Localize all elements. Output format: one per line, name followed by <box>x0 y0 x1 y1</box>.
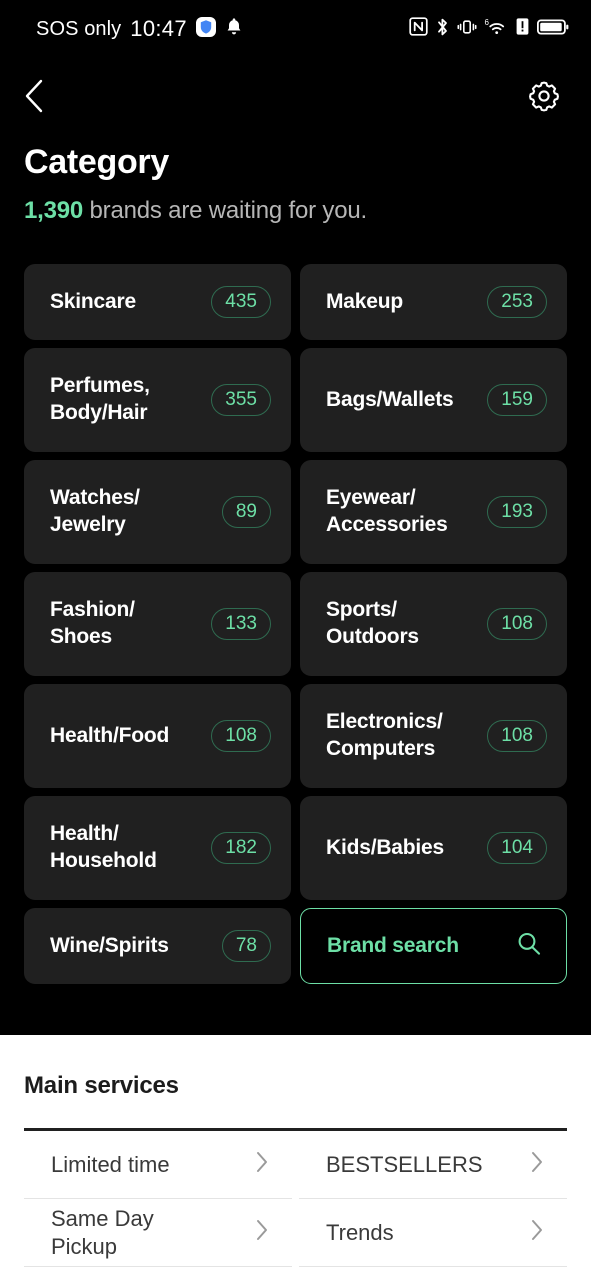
category-label: Health/ Household <box>50 822 157 872</box>
carrier-label: SOS only <box>36 17 122 40</box>
category-label: Kids/Babies <box>326 835 445 859</box>
vibrate-icon <box>457 17 477 42</box>
category-label: Watches/ Jewelry <box>50 486 140 536</box>
status-bar-left: SOS only 10:47 <box>36 16 243 42</box>
category-card-health-household[interactable]: Health/ Household 182 <box>24 796 291 900</box>
nfc-icon <box>409 17 428 41</box>
battery-icon <box>536 18 569 41</box>
svg-text:6: 6 <box>485 18 490 27</box>
chevron-right-icon <box>530 1150 545 1179</box>
service-item-same-day-pickup[interactable]: Same Day Pickup <box>24 1199 292 1267</box>
alert-icon <box>515 17 530 41</box>
category-card-skincare[interactable]: Skincare 435 <box>24 264 291 340</box>
category-card-wine-spirits[interactable]: Wine/Spirits 78 <box>24 908 291 984</box>
category-count-badge: 108 <box>487 608 547 640</box>
service-label: Trends <box>326 1219 394 1245</box>
chevron-right-icon <box>530 1218 545 1247</box>
search-icon <box>514 929 544 964</box>
chevron-right-icon <box>255 1150 270 1179</box>
category-count-badge: 89 <box>221 496 271 528</box>
bell-icon <box>225 17 243 41</box>
brand-search-button[interactable]: Brand search <box>300 908 567 984</box>
category-card-bags-wallets[interactable]: Bags/Wallets 159 <box>300 348 567 452</box>
shield-icon <box>195 16 216 42</box>
service-label: Same Day Pickup <box>51 1206 154 1259</box>
category-card-perfumes-body-hair[interactable]: Perfumes, Body/Hair 355 <box>24 348 291 452</box>
status-bar-right: 6 <box>409 17 569 42</box>
category-count-badge: 108 <box>487 720 547 752</box>
category-card-sports-outdoors[interactable]: Sports/ Outdoors 108 <box>300 572 567 676</box>
category-label: Eyewear/ Accessories <box>326 486 448 536</box>
category-card-makeup[interactable]: Makeup 253 <box>300 264 567 340</box>
status-bar: SOS only 10:47 6 <box>0 0 591 58</box>
phone-screen: SOS only 10:47 6 Category 1,390 brands a… <box>0 0 591 1280</box>
brand-search-label: Brand search <box>327 934 459 957</box>
service-label: BESTSELLERS <box>326 1151 483 1177</box>
service-label: Limited time <box>51 1151 170 1177</box>
category-count-badge: 253 <box>487 286 547 318</box>
category-label: Bags/Wallets <box>326 387 454 411</box>
main-services-title: Main services <box>24 1072 179 1099</box>
category-label: Electronics/ Computers <box>326 710 443 760</box>
gear-icon[interactable] <box>527 79 561 118</box>
category-label: Makeup <box>326 289 403 313</box>
category-count-badge: 108 <box>211 720 271 752</box>
category-card-health-food[interactable]: Health/Food 108 <box>24 684 291 788</box>
page-subtitle: 1,390 brands are waiting for you. <box>24 197 367 225</box>
category-count-badge: 182 <box>211 832 271 864</box>
category-label: Wine/Spirits <box>50 933 169 957</box>
main-services-right-column: BESTSELLERS Trends <box>299 1131 567 1267</box>
nav-bar <box>0 58 591 138</box>
service-item-bestsellers[interactable]: BESTSELLERS <box>299 1131 567 1199</box>
category-card-electronics-computers[interactable]: Electronics/ Computers 108 <box>300 684 567 788</box>
category-label: Perfumes, Body/Hair <box>50 374 150 424</box>
brand-count: 1,390 <box>24 197 84 224</box>
wifi-6-icon: 6 <box>484 17 508 42</box>
category-card-eyewear-accessories[interactable]: Eyewear/ Accessories 193 <box>300 460 567 564</box>
main-services-sheet: Main services Limited time Same Day Pick… <box>0 1035 591 1280</box>
category-count-badge: 78 <box>221 930 271 962</box>
category-count-badge: 435 <box>211 286 271 318</box>
category-count-badge: 355 <box>211 384 271 416</box>
back-chevron-icon[interactable] <box>22 78 48 119</box>
category-count-badge: 104 <box>487 832 547 864</box>
bluetooth-icon <box>435 17 450 42</box>
category-count-badge: 193 <box>487 496 547 528</box>
category-grid: Skincare 435 Makeup 253 Perfumes, Body/H… <box>24 264 567 984</box>
category-label: Sports/ Outdoors <box>326 598 419 648</box>
category-card-watches-jewelry[interactable]: Watches/ Jewelry 89 <box>24 460 291 564</box>
category-card-fashion-shoes[interactable]: Fashion/ Shoes 133 <box>24 572 291 676</box>
clock-label: 10:47 <box>130 16 187 41</box>
page-title: Category <box>24 143 169 181</box>
service-item-limited-time[interactable]: Limited time <box>24 1131 292 1199</box>
service-item-trends[interactable]: Trends <box>299 1199 567 1267</box>
category-count-badge: 133 <box>211 608 271 640</box>
main-services-grid: Limited time Same Day Pickup BESTSELLERS <box>24 1131 567 1267</box>
category-label: Skincare <box>50 289 136 313</box>
category-label: Fashion/ Shoes <box>50 598 135 648</box>
category-label: Health/Food <box>50 723 170 747</box>
category-card-kids-babies[interactable]: Kids/Babies 104 <box>300 796 567 900</box>
chevron-right-icon <box>255 1218 270 1247</box>
main-services-left-column: Limited time Same Day Pickup <box>24 1131 292 1267</box>
subtitle-text: brands are waiting for you. <box>83 197 368 224</box>
category-count-badge: 159 <box>487 384 547 416</box>
